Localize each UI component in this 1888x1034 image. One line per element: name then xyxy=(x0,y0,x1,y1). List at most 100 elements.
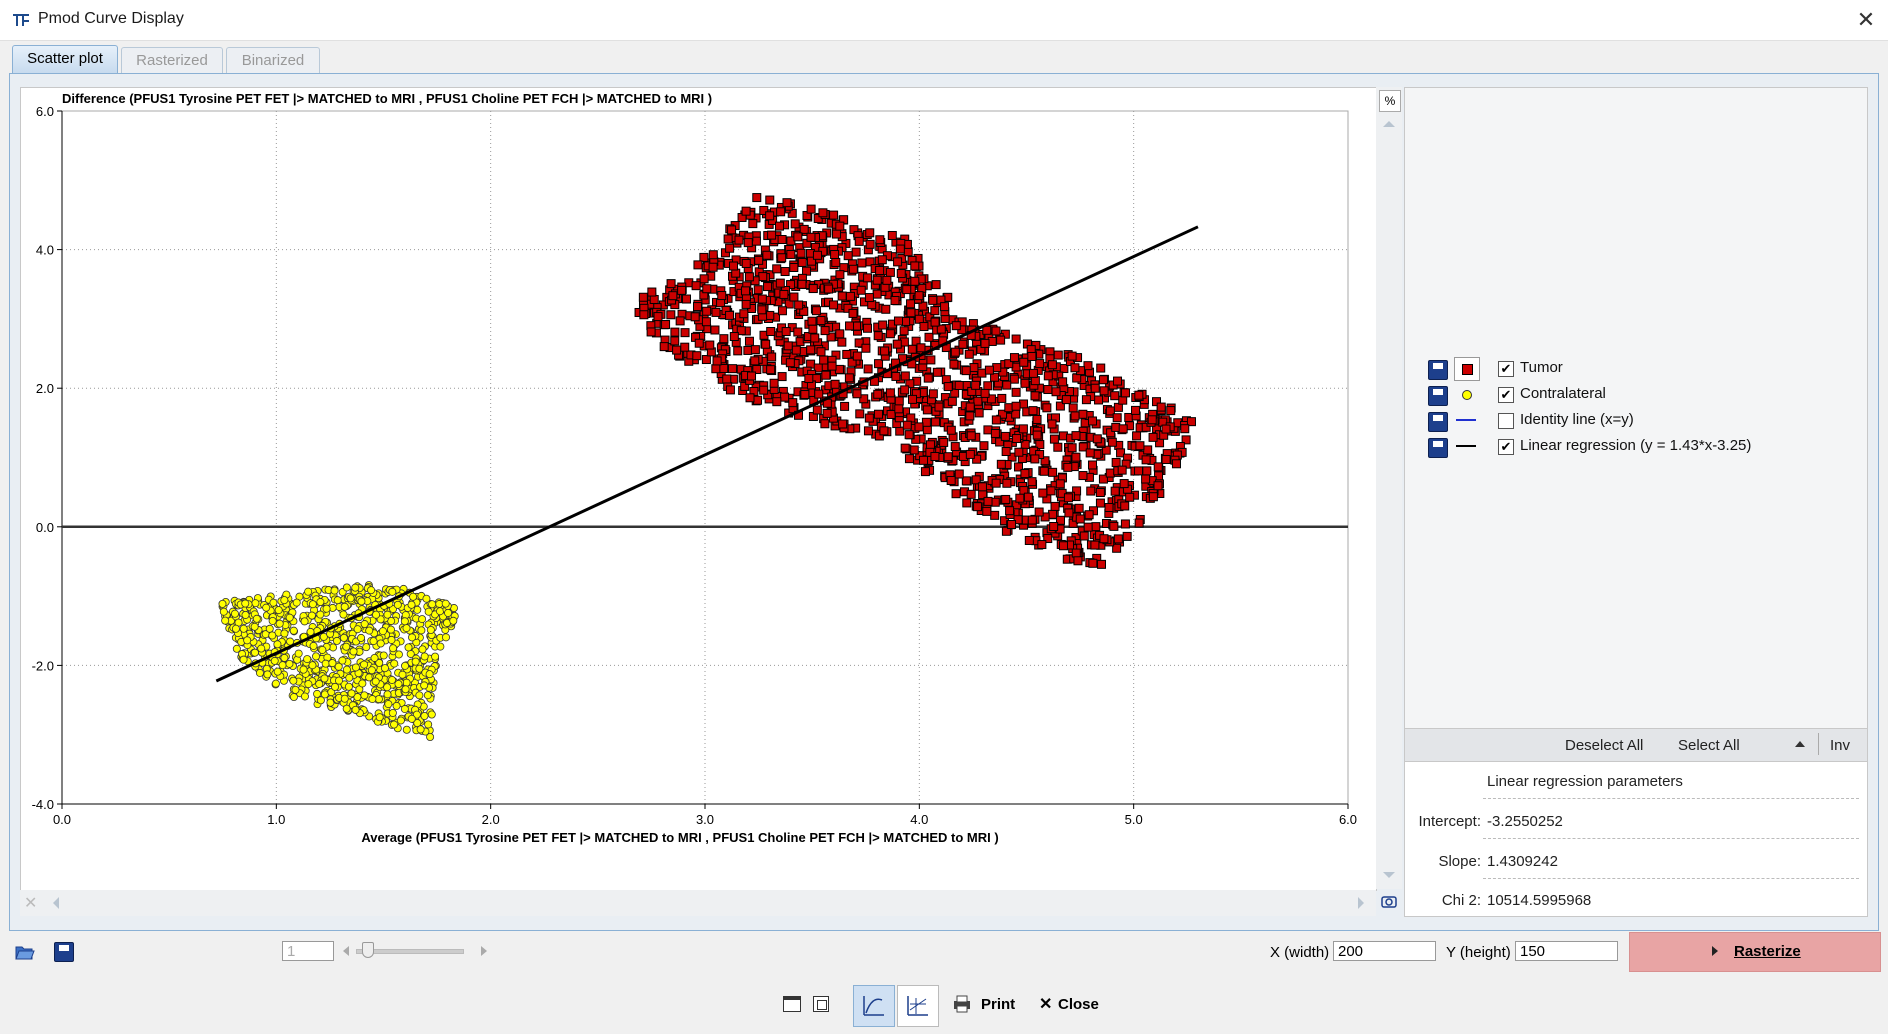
tumor-point xyxy=(666,279,676,289)
tumor-point xyxy=(727,225,737,235)
tumor-point xyxy=(973,396,983,406)
window-tile-icon[interactable] xyxy=(813,996,829,1012)
tumor-point xyxy=(837,291,847,301)
identity-line-checkbox[interactable] xyxy=(1498,413,1514,429)
save-icon[interactable] xyxy=(1428,386,1448,406)
tumor-point xyxy=(845,291,855,301)
tumor-point xyxy=(1043,371,1053,381)
vertical-scrollbar[interactable]: % xyxy=(1376,87,1402,889)
scatter-plot-area[interactable]: 0.0 1.0 2.0 3.0 4.0 5.0 6.0 6.0 4.0 2.0 0.0 -2.0 -4.… xyxy=(20,87,1377,891)
slider-thumb[interactable] xyxy=(362,942,374,958)
contralateral-point xyxy=(402,624,411,633)
tumor-point xyxy=(958,339,968,349)
deselect-all-button[interactable]: Deselect All xyxy=(1565,737,1643,754)
contralateral-point xyxy=(257,644,266,653)
camera-icon[interactable] xyxy=(1381,893,1397,909)
tumor-point xyxy=(1051,387,1061,397)
tumor-point xyxy=(895,426,905,436)
y-height-input[interactable] xyxy=(1515,941,1618,961)
slice-number-input[interactable] xyxy=(282,941,334,961)
close-icon[interactable]: ✕ xyxy=(1039,994,1052,1014)
x-tick-label: 4.0 xyxy=(910,812,928,827)
invert-button[interactable]: Inv xyxy=(1830,737,1850,754)
pmod-app-icon xyxy=(13,14,29,26)
tumor-point xyxy=(747,371,757,381)
window-restore-icon[interactable] xyxy=(783,996,801,1012)
tab-rasterized[interactable]: Rasterized xyxy=(121,47,223,73)
tumor-symbol[interactable] xyxy=(1454,357,1480,381)
tumor-point xyxy=(1011,334,1021,344)
scroll-right-icon[interactable] xyxy=(1358,897,1364,909)
tab-binarized[interactable]: Binarized xyxy=(226,47,320,73)
slider-right-icon[interactable] xyxy=(481,946,487,956)
regression-line-symbol[interactable] xyxy=(1454,435,1478,457)
tumor-point xyxy=(861,343,871,353)
printer-icon[interactable] xyxy=(952,995,972,1013)
contralateral-point xyxy=(250,648,259,657)
print-button[interactable]: Print xyxy=(981,996,1015,1013)
tumor-point xyxy=(800,390,810,400)
contralateral-point xyxy=(360,620,369,629)
contralateral-point xyxy=(241,599,250,608)
curve-display-button[interactable] xyxy=(853,985,895,1027)
tumor-point xyxy=(885,329,895,339)
contralateral-symbol[interactable] xyxy=(1454,383,1478,405)
horizontal-scrollbar[interactable]: ✕ xyxy=(20,890,1376,916)
tumor-point xyxy=(1049,521,1059,531)
scroll-left-icon[interactable] xyxy=(53,897,59,909)
save-icon[interactable] xyxy=(1428,360,1448,380)
tumor-point xyxy=(1075,514,1085,524)
save-icon[interactable] xyxy=(1428,438,1448,458)
collapse-icon[interactable] xyxy=(1795,741,1805,747)
save-icon[interactable] xyxy=(54,942,74,962)
window-close-button[interactable]: ✕ xyxy=(1852,6,1880,34)
tumor-point xyxy=(965,449,975,459)
tumor-point xyxy=(862,323,872,333)
tumor-point xyxy=(692,302,702,312)
tumor-point xyxy=(1148,492,1158,502)
scatter-display-button[interactable] xyxy=(897,985,939,1027)
save-icon[interactable] xyxy=(1428,412,1448,432)
tumor-point xyxy=(1156,402,1166,412)
contralateral-point xyxy=(400,617,409,626)
x-tick-label: 3.0 xyxy=(696,812,714,827)
select-all-button[interactable]: Select All xyxy=(1678,737,1740,754)
scroll-up-icon[interactable] xyxy=(1383,121,1395,127)
close-button[interactable]: Close xyxy=(1058,996,1099,1013)
tumor-point xyxy=(1050,501,1060,511)
tumor-point xyxy=(926,355,936,365)
contralateral-point xyxy=(351,705,360,714)
tumor-point xyxy=(797,279,807,289)
contralateral-point xyxy=(342,704,351,713)
tumor-point xyxy=(1118,424,1128,434)
open-folder-icon[interactable] xyxy=(14,942,36,962)
tumor-point xyxy=(829,210,839,220)
tumor-point xyxy=(983,425,993,435)
tumor-point xyxy=(949,359,959,369)
slider-left-icon[interactable] xyxy=(343,946,349,956)
tumor-checkbox[interactable]: ✔ xyxy=(1498,361,1514,377)
tumor-point xyxy=(723,234,733,244)
contralateral-point xyxy=(402,725,411,734)
tab-scatter-plot[interactable]: Scatter plot xyxy=(12,45,118,74)
tumor-point xyxy=(971,380,981,390)
x-width-input[interactable] xyxy=(1333,941,1436,961)
contralateral-point xyxy=(273,667,282,676)
tumor-point xyxy=(717,291,727,301)
linear-regression-checkbox[interactable]: ✔ xyxy=(1498,439,1514,455)
tumor-point xyxy=(902,420,912,430)
identity-line-symbol[interactable] xyxy=(1454,409,1478,431)
contralateral-checkbox[interactable]: ✔ xyxy=(1498,387,1514,403)
scroll-down-icon[interactable] xyxy=(1383,872,1395,878)
tumor-point xyxy=(796,248,806,258)
tumor-point xyxy=(680,328,690,338)
tumor-point xyxy=(761,339,771,349)
tumor-point xyxy=(1005,506,1015,516)
tumor-point xyxy=(646,327,656,337)
tumor-point xyxy=(677,285,687,295)
rasterize-button[interactable]: Rasterize xyxy=(1629,932,1881,972)
clear-icon[interactable]: ✕ xyxy=(24,893,37,913)
zoom-percent-button[interactable]: % xyxy=(1379,90,1401,112)
chi2-value: 10514.5995968 xyxy=(1487,892,1592,909)
tumor-point xyxy=(923,373,933,383)
